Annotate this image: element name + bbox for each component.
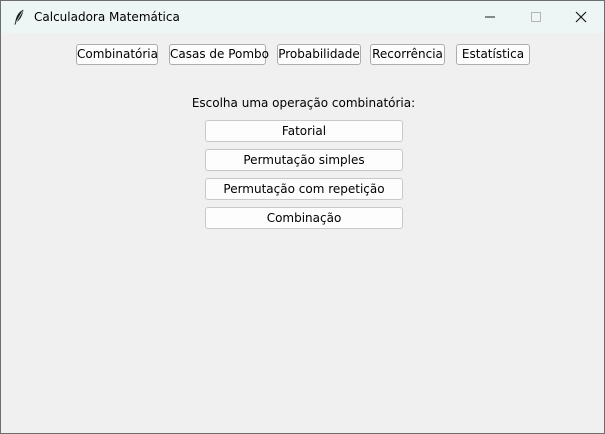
simple-permutation-button[interactable]: Permutação simples (205, 149, 403, 171)
combination-button[interactable]: Combinação (205, 207, 403, 229)
maximize-icon (531, 12, 541, 22)
close-icon (575, 11, 587, 23)
minimize-button[interactable] (467, 1, 513, 33)
nav-button-combinatoria[interactable]: Combinatória (76, 44, 158, 65)
factorial-button[interactable]: Fatorial (205, 120, 403, 142)
nav-button-casas-de-pombo[interactable]: Casas de Pombo (169, 44, 269, 65)
close-button[interactable] (558, 1, 604, 33)
operation-prompt: Escolha uma operação combinatória: (191, 96, 416, 110)
nav-button-estatistica[interactable]: Estatística (456, 44, 530, 65)
window-title: Calculadora Matemática (34, 10, 180, 24)
maximize-button[interactable] (513, 1, 559, 33)
minimize-icon (485, 16, 495, 18)
permutation-with-repetition-button[interactable]: Permutação com repetição (205, 178, 403, 200)
nav-button-probabilidade[interactable]: Probabilidade (277, 44, 361, 65)
feather-icon (13, 9, 25, 25)
title-bar[interactable]: Calculadora Matemática (1, 1, 604, 33)
app-window: Calculadora Matemática Combinatória Casa… (0, 0, 605, 434)
nav-button-recorrencia[interactable]: Recorrência (370, 44, 445, 65)
